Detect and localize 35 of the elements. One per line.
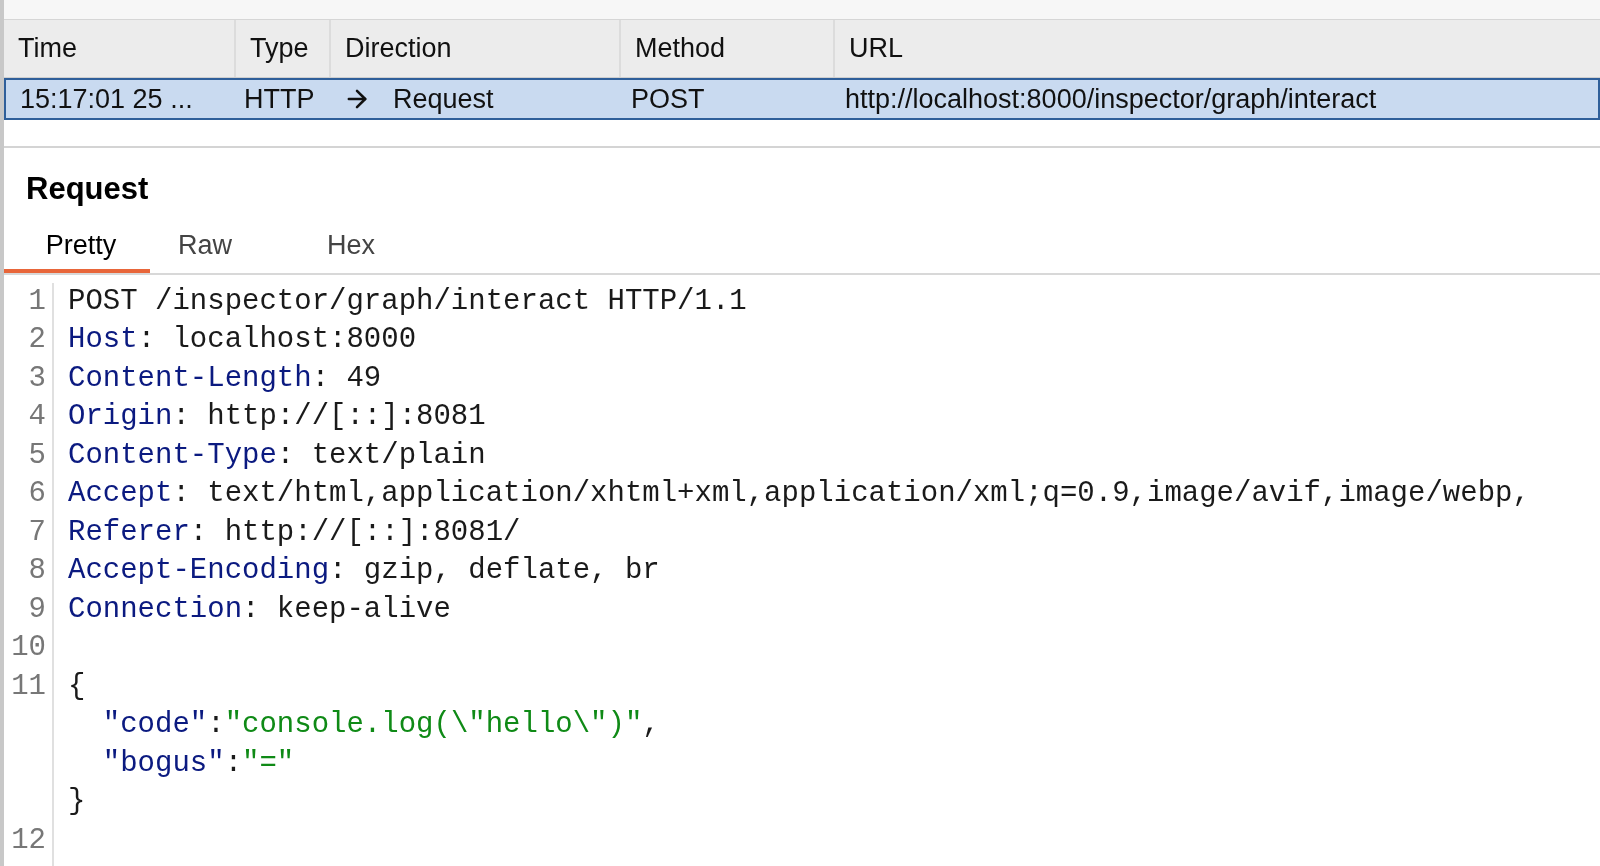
table-cell: http://localhost:8000/inspector/graph/interact — [845, 83, 1377, 114]
line-number: 5 — [28, 438, 46, 472]
line-number: 6 — [28, 477, 46, 510]
code-line: Content-Type: text/plain — [68, 438, 486, 472]
table-cell-text: Request — [393, 82, 494, 116]
code-line: Origin: http://[::]:8081 — [68, 400, 486, 433]
code-line: Accept-Encoding: gzip, deflate, br — [68, 554, 660, 587]
table-cell: POST — [631, 83, 705, 114]
code-line: "bogus":"=" — [101, 746, 295, 780]
line-number: 2 — [28, 323, 46, 356]
tab[interactable]: Pretty — [4, 222, 150, 273]
line-number: 4 — [28, 400, 46, 433]
line-number: 3 — [28, 361, 46, 395]
code-line: Referer: http://[::]:8081/ — [68, 515, 521, 549]
line-number: 7 — [28, 515, 46, 549]
tab[interactable]: Hex — [278, 222, 424, 273]
line-number: 11 — [11, 669, 46, 703]
line-number: 8 — [28, 554, 46, 587]
line-number: 1 — [28, 284, 46, 318]
column-header[interactable]: Time — [4, 20, 234, 77]
panel-title: Request — [26, 171, 149, 206]
code-line: } — [68, 785, 86, 818]
line-number: 12 — [11, 823, 46, 857]
table-cell: HTTP — [244, 83, 315, 114]
code-line: Host: localhost:8000 — [68, 323, 417, 356]
code-line: POST /inspector/graph/interact HTTP/1.1 — [68, 284, 747, 318]
line-number: 9 — [28, 592, 46, 626]
code-line: "code":"console.log(\"hello\")", — [101, 708, 660, 741]
line-number: 10 — [11, 631, 46, 664]
code-line: { — [68, 669, 86, 703]
table-row[interactable]: 15:17:01 25 ... HTTP Request POST http://localhost:8000/inspector/graph/interact — [4, 78, 1600, 120]
table-cell: 15:17:01 25 ... — [20, 83, 193, 114]
code-line: Connection: keep-alive — [68, 592, 451, 626]
code-line: Content-Length: 49 — [68, 361, 382, 395]
code-line: Accept: text/html,application/xhtml+xml,application/xml;q=0.9,image/avif,image/webp, — [68, 477, 1530, 510]
